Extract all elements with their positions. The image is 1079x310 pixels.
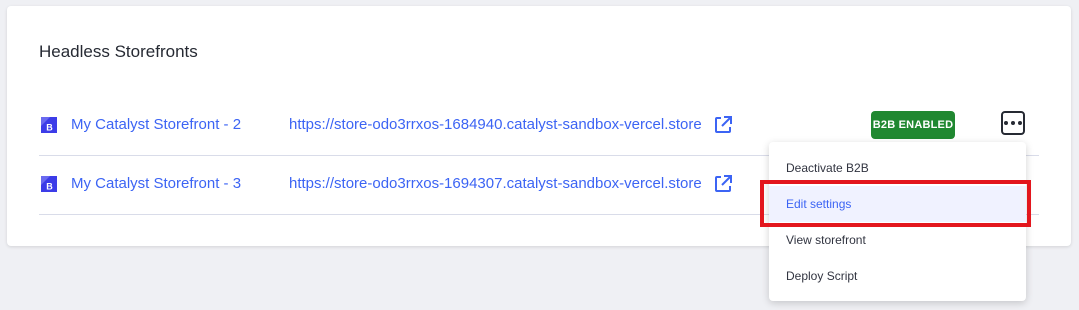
storefront-url-link[interactable]: https://store-odo3rrxos-1684940.catalyst… bbox=[289, 116, 702, 133]
external-link-icon[interactable] bbox=[713, 115, 733, 135]
storefront-name-link[interactable]: My Catalyst Storefront - 2 bbox=[71, 116, 241, 133]
menu-item-deactivate-b2b[interactable]: Deactivate B2B bbox=[769, 150, 1026, 186]
menu-item-edit-settings[interactable]: Edit settings bbox=[769, 186, 1026, 222]
svg-text:B: B bbox=[46, 182, 53, 192]
menu-item-view-storefront[interactable]: View storefront bbox=[769, 222, 1026, 258]
storefront-url-link[interactable]: https://store-odo3rrxos-1694307.catalyst… bbox=[289, 175, 702, 192]
ellipsis-icon bbox=[1004, 121, 1008, 125]
storefront-b-icon: B bbox=[41, 117, 57, 133]
more-actions-button[interactable] bbox=[1001, 111, 1025, 135]
section-title: Headless Storefronts bbox=[39, 42, 198, 61]
actions-dropdown-menu: Deactivate B2B Edit settings View storef… bbox=[769, 142, 1026, 301]
storefront-b-icon: B bbox=[41, 176, 57, 192]
svg-text:B: B bbox=[46, 123, 53, 133]
storefront-name-link[interactable]: My Catalyst Storefront - 3 bbox=[71, 175, 241, 192]
external-link-icon[interactable] bbox=[713, 174, 733, 194]
menu-item-deploy-script[interactable]: Deploy Script bbox=[769, 258, 1026, 294]
b2b-enabled-badge: B2B ENABLED bbox=[871, 111, 955, 139]
